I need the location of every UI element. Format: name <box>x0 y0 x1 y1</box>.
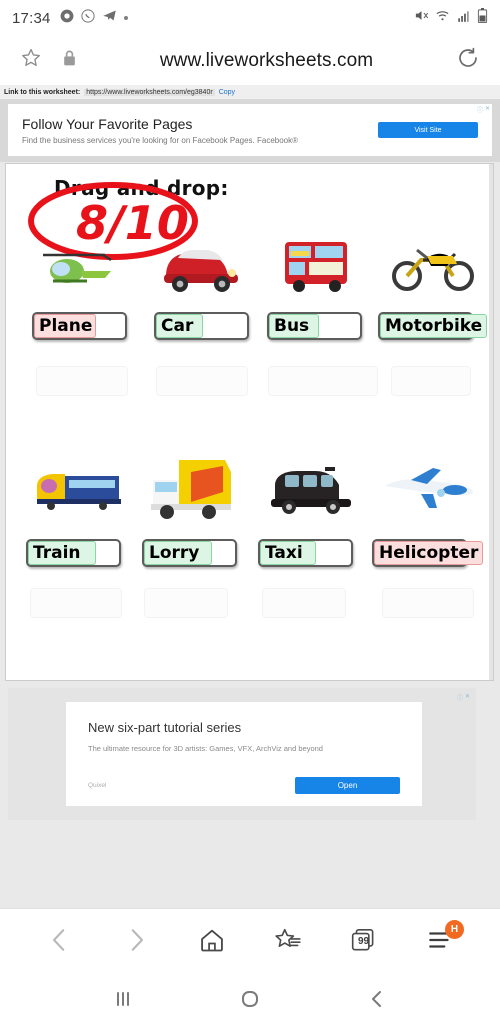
empty-slot[interactable] <box>156 366 248 396</box>
answer-tag-taxi[interactable]: Taxi <box>260 541 316 565</box>
dropbox-plane[interactable]: Plane <box>32 312 127 340</box>
info-icon[interactable]: ⓘ <box>477 105 483 114</box>
dropbox-motorbike[interactable]: Motorbike <box>378 312 488 340</box>
telegram-icon <box>102 8 117 28</box>
close-icon[interactable]: ✕ <box>485 105 490 114</box>
status-system-icons <box>414 8 488 28</box>
answer-tag-helicopter[interactable]: Helicopter <box>374 541 484 565</box>
answer-tag-plane[interactable]: Plane <box>34 314 96 338</box>
worksheet-row-1-images <box>6 222 493 307</box>
answer-tag-car[interactable]: Car <box>156 314 203 338</box>
chrome-icon <box>60 9 74 28</box>
dropbox-lorry[interactable]: Lorry <box>142 539 237 567</box>
star-list-icon <box>275 928 301 947</box>
browser-url-bar[interactable]: www.liveworksheets.com <box>0 36 500 85</box>
answer-tag-bus[interactable]: Bus <box>269 314 319 338</box>
ad-bottom-brand: Quixel <box>88 782 107 789</box>
ad-bottom-cta-button[interactable]: Open <box>295 777 400 794</box>
ad-top-title: Follow Your Favorite Pages <box>22 115 193 132</box>
taxi-image <box>256 447 366 532</box>
worksheet-link-bar: Link to this worksheet: https://www.live… <box>0 85 500 100</box>
empty-slot[interactable] <box>391 366 471 396</box>
android-navigation-bar <box>0 970 500 1027</box>
lock-icon[interactable] <box>62 49 77 72</box>
recents-icon <box>117 991 130 1006</box>
dropbox-train[interactable]: Train <box>26 539 121 567</box>
worksheet-row-1-answers[interactable]: Plane Car Bus Motorbike <box>6 312 493 342</box>
browser-toolbar: 99 H <box>0 908 500 970</box>
home-button-android[interactable] <box>227 976 273 1022</box>
menu-button[interactable]: H <box>418 918 464 962</box>
dropbox-helicopter[interactable]: Helicopter <box>372 539 484 567</box>
status-time: 17:34 <box>12 9 51 27</box>
url-text[interactable]: www.liveworksheets.com <box>77 50 456 72</box>
helicopter-image <box>24 222 134 307</box>
wifi-icon <box>435 8 450 28</box>
worksheet-row-2-images <box>6 447 493 532</box>
worksheet-link-label: Link to this worksheet: <box>4 88 81 96</box>
empty-slot[interactable] <box>30 588 122 618</box>
phone-screen: 17:34 www.liveworksheets.com Link to thi… <box>0 0 500 1027</box>
home-icon <box>201 929 223 951</box>
info-icon[interactable]: ⓘ <box>457 693 463 702</box>
empty-slot[interactable] <box>268 366 378 396</box>
chevron-right-icon <box>131 928 143 951</box>
chevron-left-icon <box>53 928 65 951</box>
dropbox-bus[interactable]: Bus <box>267 312 362 340</box>
lorry-image <box>136 447 246 532</box>
ad-bottom-subtitle: The ultimate resource for 3D artists: Ga… <box>88 744 323 753</box>
back-chevron-icon <box>371 990 381 1007</box>
top-advertisement[interactable]: Follow Your Favorite Pages Find the busi… <box>0 100 500 162</box>
plane-image <box>374 447 484 532</box>
answer-tag-train[interactable]: Train <box>28 541 96 565</box>
reload-icon[interactable] <box>456 46 480 75</box>
empty-slot[interactable] <box>382 588 474 618</box>
recents-button[interactable] <box>100 976 146 1022</box>
answer-tag-lorry[interactable]: Lorry <box>144 541 212 565</box>
ad-top-subtitle: Find the business services you're lookin… <box>22 135 299 145</box>
dropbox-car[interactable]: Car <box>154 312 249 340</box>
train-image <box>24 447 134 532</box>
viber-icon <box>80 8 95 28</box>
dropbox-taxi[interactable]: Taxi <box>258 539 353 567</box>
signal-icon <box>456 9 471 28</box>
mute-icon <box>414 8 429 28</box>
status-notification-icons <box>60 8 128 28</box>
ad-top-cta-button[interactable]: Visit Site <box>378 122 478 138</box>
empty-slot[interactable] <box>262 588 346 618</box>
bookmarks-button[interactable] <box>266 918 310 962</box>
close-icon[interactable]: ✕ <box>465 693 470 702</box>
bus-image <box>261 222 371 307</box>
answer-tag-motorbike[interactable]: Motorbike <box>380 314 488 338</box>
battery-icon <box>477 8 488 28</box>
motorbike-image <box>378 222 488 307</box>
dot-icon <box>123 16 128 20</box>
forward-button[interactable] <box>114 918 158 962</box>
tab-count: 99 <box>357 935 370 947</box>
ad-bottom-title: New six-part tutorial series <box>88 720 242 735</box>
status-bar: 17:34 <box>0 0 500 36</box>
back-button[interactable] <box>38 918 82 962</box>
worksheet-row-2-answers[interactable]: Train Lorry Taxi Helicopter <box>6 539 493 569</box>
empty-slot[interactable] <box>36 366 128 396</box>
home-button[interactable] <box>190 918 234 962</box>
star-icon[interactable] <box>20 47 42 74</box>
tabs-button[interactable]: 99 <box>342 918 386 962</box>
menu-badge: H <box>445 919 464 939</box>
worksheet-row-2-empty-slots[interactable] <box>6 588 493 624</box>
red-car-image <box>146 222 256 307</box>
worksheet-row-1-empty-slots[interactable] <box>6 366 493 402</box>
worksheet-title: Drag and drop: <box>54 176 229 200</box>
back-button-android[interactable] <box>354 976 400 1022</box>
home-circle-icon <box>241 990 258 1007</box>
empty-slot[interactable] <box>144 588 228 618</box>
bottom-advertisement[interactable]: ⓘ ✕ New six-part tutorial series The ult… <box>8 688 476 820</box>
worksheet-link-input[interactable]: https://www.liveworksheets.com/eg3840r <box>84 88 215 96</box>
worksheet-area[interactable]: Drag and drop: 8/10 Plane Car Bus Motorb… <box>5 163 494 681</box>
copy-link-button[interactable]: Copy <box>219 89 235 96</box>
